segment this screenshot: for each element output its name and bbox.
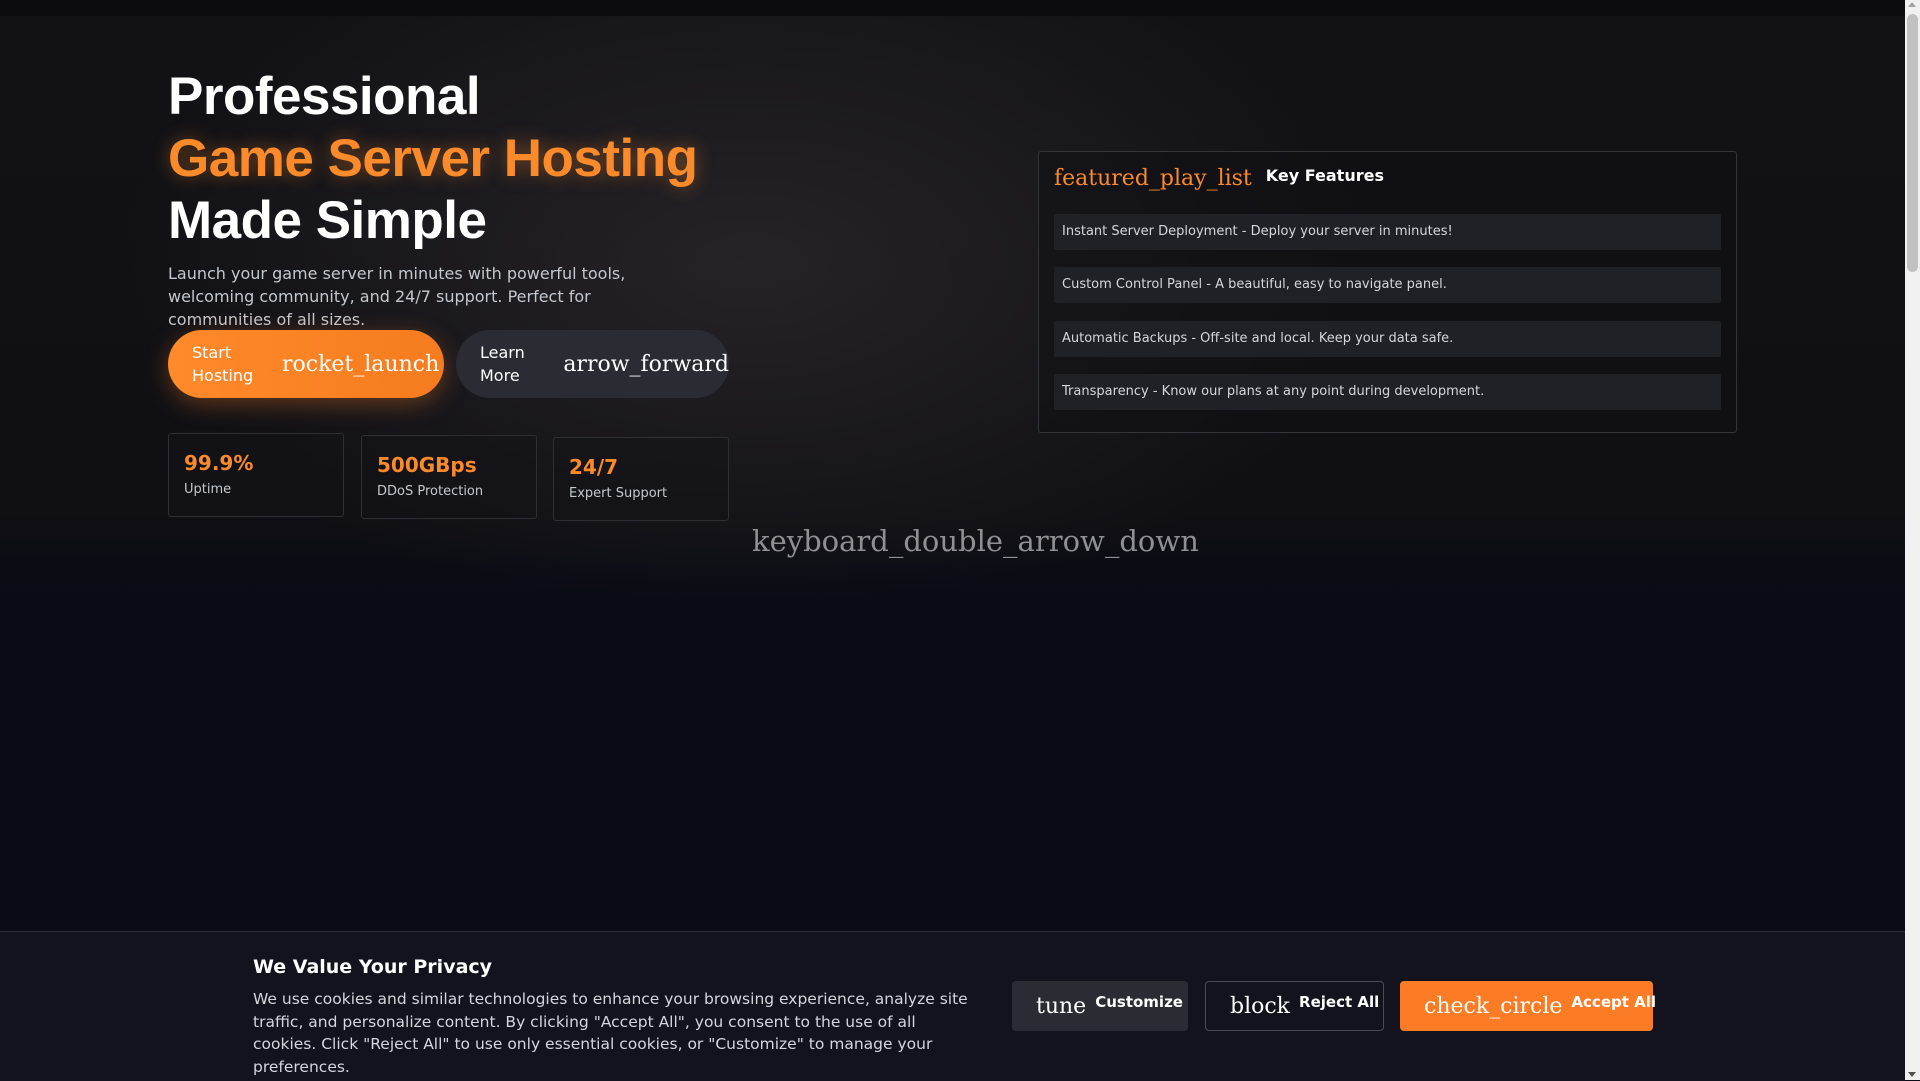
headline-line-1: Professional [168,67,481,126]
start-hosting-label: Start Hosting [192,343,254,385]
headline-line-3: Made Simple [168,191,487,250]
cookie-title: We Value Your Privacy [253,956,493,978]
stat-label: Expert Support [569,486,668,501]
stat-value: 99.9% [184,451,254,475]
rocket-launch-icon: rocket_launch [282,351,440,377]
hero-fade [0,560,1905,620]
scroll-down-icon[interactable]: keyboard_double_arrow_down [752,524,1199,558]
features-header: featured_play_list Key Features [1054,166,1384,191]
feature-item: Automatic Backups - Off-site and local. … [1054,321,1721,357]
featured-play-list-icon: featured_play_list [1054,166,1252,191]
learn-more-label: Learn More [480,343,525,385]
cookie-text: We use cookies and similar technologies … [253,990,968,1076]
accept-all-label: Accept All [1571,993,1657,1011]
reject-all-label: Reject All [1299,993,1380,1011]
stat-label: DDoS Protection [377,484,484,499]
reject-all-button[interactable]: block Reject All [1205,981,1384,1031]
feature-item: Custom Control Panel - A beautiful, easy… [1054,267,1721,303]
customize-button[interactable]: tune Customize [1012,981,1188,1031]
scroll-up-arrow-icon[interactable] [1908,2,1916,7]
feature-item: Transparency - Know our plans at any poi… [1054,374,1721,410]
stat-ddos: 500GBps DDoS Protection [361,435,537,519]
customize-label: Customize [1095,993,1183,1011]
cookie-banner: We Value Your Privacy We use cookies and… [0,931,1905,1081]
scrollbar-thumb[interactable] [1907,14,1918,272]
check-circle-icon: check_circle [1424,993,1563,1019]
block-icon: block [1230,993,1291,1019]
key-features-card: featured_play_list Key Features Instant … [1038,151,1737,433]
start-hosting-button[interactable]: Start Hosting rocket_launch [168,330,444,398]
hero-headline: Professional Game Server Hosting Made Si… [168,66,698,252]
stat-support: 24/7 Expert Support [553,437,729,521]
stat-value: 500GBps [377,453,477,477]
stat-value: 24/7 [569,455,619,479]
tune-icon: tune [1036,993,1087,1019]
stat-uptime: 99.9% Uptime [168,433,344,517]
top-bar [0,0,1905,16]
features-title: Key Features [1265,166,1384,185]
hero-subtitle: Launch your game server in minutes with … [168,264,626,329]
scroll-down-arrow-icon[interactable] [1908,1072,1916,1077]
arrow-forward-icon: arrow_forward [563,351,729,377]
page-scrollbar[interactable] [1905,0,1920,1080]
feature-item: Instant Server Deployment - Deploy your … [1054,214,1721,250]
accept-all-button[interactable]: check_circle Accept All [1400,981,1657,1031]
learn-more-button[interactable]: Learn More arrow_forward [456,330,729,398]
headline-accent: Game Server Hosting [168,129,698,188]
stat-label: Uptime [184,482,232,497]
